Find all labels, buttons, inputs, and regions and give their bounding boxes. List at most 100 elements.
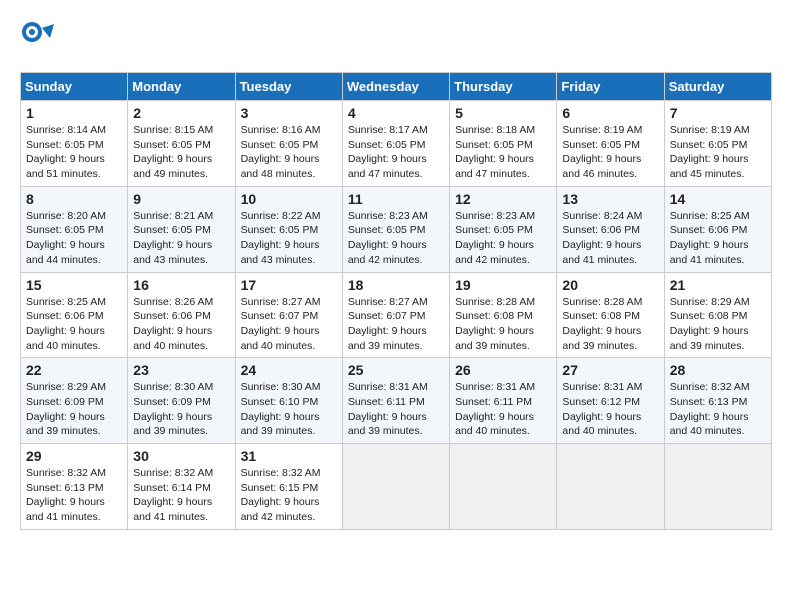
calendar-cell: 15 Sunrise: 8:25 AM Sunset: 6:06 PM Dayl… [21, 272, 128, 358]
day-info: Sunrise: 8:27 AM Sunset: 6:07 PM Dayligh… [348, 295, 444, 354]
day-info: Sunrise: 8:31 AM Sunset: 6:11 PM Dayligh… [348, 380, 444, 439]
day-info: Sunrise: 8:29 AM Sunset: 6:09 PM Dayligh… [26, 380, 122, 439]
day-number: 29 [26, 448, 122, 464]
calendar-cell: 19 Sunrise: 8:28 AM Sunset: 6:08 PM Dayl… [450, 272, 557, 358]
day-number: 10 [241, 191, 337, 207]
calendar-header-row: SundayMondayTuesdayWednesdayThursdayFrid… [21, 73, 772, 101]
day-info: Sunrise: 8:26 AM Sunset: 6:06 PM Dayligh… [133, 295, 229, 354]
calendar-cell: 4 Sunrise: 8:17 AM Sunset: 6:05 PM Dayli… [342, 101, 449, 187]
day-number: 5 [455, 105, 551, 121]
day-info: Sunrise: 8:19 AM Sunset: 6:05 PM Dayligh… [670, 123, 766, 182]
calendar-week-1: 1 Sunrise: 8:14 AM Sunset: 6:05 PM Dayli… [21, 101, 772, 187]
day-header-saturday: Saturday [664, 73, 771, 101]
calendar-cell: 16 Sunrise: 8:26 AM Sunset: 6:06 PM Dayl… [128, 272, 235, 358]
day-number: 12 [455, 191, 551, 207]
day-number: 9 [133, 191, 229, 207]
day-number: 6 [562, 105, 658, 121]
day-info: Sunrise: 8:28 AM Sunset: 6:08 PM Dayligh… [455, 295, 551, 354]
calendar-cell: 11 Sunrise: 8:23 AM Sunset: 6:05 PM Dayl… [342, 186, 449, 272]
day-header-friday: Friday [557, 73, 664, 101]
calendar-week-3: 15 Sunrise: 8:25 AM Sunset: 6:06 PM Dayl… [21, 272, 772, 358]
header [20, 20, 772, 56]
calendar-cell: 20 Sunrise: 8:28 AM Sunset: 6:08 PM Dayl… [557, 272, 664, 358]
day-info: Sunrise: 8:25 AM Sunset: 6:06 PM Dayligh… [670, 209, 766, 268]
calendar-cell: 31 Sunrise: 8:32 AM Sunset: 6:15 PM Dayl… [235, 444, 342, 530]
calendar-cell: 26 Sunrise: 8:31 AM Sunset: 6:11 PM Dayl… [450, 358, 557, 444]
day-number: 28 [670, 362, 766, 378]
calendar-cell: 30 Sunrise: 8:32 AM Sunset: 6:14 PM Dayl… [128, 444, 235, 530]
day-number: 3 [241, 105, 337, 121]
day-number: 13 [562, 191, 658, 207]
day-info: Sunrise: 8:16 AM Sunset: 6:05 PM Dayligh… [241, 123, 337, 182]
day-number: 16 [133, 277, 229, 293]
calendar-cell: 22 Sunrise: 8:29 AM Sunset: 6:09 PM Dayl… [21, 358, 128, 444]
calendar-cell: 1 Sunrise: 8:14 AM Sunset: 6:05 PM Dayli… [21, 101, 128, 187]
day-number: 4 [348, 105, 444, 121]
day-info: Sunrise: 8:17 AM Sunset: 6:05 PM Dayligh… [348, 123, 444, 182]
day-info: Sunrise: 8:23 AM Sunset: 6:05 PM Dayligh… [348, 209, 444, 268]
calendar-cell: 28 Sunrise: 8:32 AM Sunset: 6:13 PM Dayl… [664, 358, 771, 444]
day-number: 30 [133, 448, 229, 464]
calendar-cell: 10 Sunrise: 8:22 AM Sunset: 6:05 PM Dayl… [235, 186, 342, 272]
day-info: Sunrise: 8:32 AM Sunset: 6:15 PM Dayligh… [241, 466, 337, 525]
calendar-cell: 25 Sunrise: 8:31 AM Sunset: 6:11 PM Dayl… [342, 358, 449, 444]
day-number: 21 [670, 277, 766, 293]
calendar-cell: 21 Sunrise: 8:29 AM Sunset: 6:08 PM Dayl… [664, 272, 771, 358]
day-number: 17 [241, 277, 337, 293]
calendar-cell: 3 Sunrise: 8:16 AM Sunset: 6:05 PM Dayli… [235, 101, 342, 187]
day-info: Sunrise: 8:32 AM Sunset: 6:14 PM Dayligh… [133, 466, 229, 525]
day-info: Sunrise: 8:29 AM Sunset: 6:08 PM Dayligh… [670, 295, 766, 354]
calendar-cell: 6 Sunrise: 8:19 AM Sunset: 6:05 PM Dayli… [557, 101, 664, 187]
calendar-week-4: 22 Sunrise: 8:29 AM Sunset: 6:09 PM Dayl… [21, 358, 772, 444]
day-info: Sunrise: 8:15 AM Sunset: 6:05 PM Dayligh… [133, 123, 229, 182]
calendar-cell: 27 Sunrise: 8:31 AM Sunset: 6:12 PM Dayl… [557, 358, 664, 444]
day-number: 22 [26, 362, 122, 378]
calendar-cell [342, 444, 449, 530]
day-header-monday: Monday [128, 73, 235, 101]
calendar-cell [557, 444, 664, 530]
day-info: Sunrise: 8:20 AM Sunset: 6:05 PM Dayligh… [26, 209, 122, 268]
calendar-cell: 9 Sunrise: 8:21 AM Sunset: 6:05 PM Dayli… [128, 186, 235, 272]
day-info: Sunrise: 8:27 AM Sunset: 6:07 PM Dayligh… [241, 295, 337, 354]
day-info: Sunrise: 8:32 AM Sunset: 6:13 PM Dayligh… [670, 380, 766, 439]
logo-icon [20, 20, 56, 56]
day-info: Sunrise: 8:25 AM Sunset: 6:06 PM Dayligh… [26, 295, 122, 354]
day-number: 24 [241, 362, 337, 378]
calendar-cell: 18 Sunrise: 8:27 AM Sunset: 6:07 PM Dayl… [342, 272, 449, 358]
day-number: 8 [26, 191, 122, 207]
day-info: Sunrise: 8:22 AM Sunset: 6:05 PM Dayligh… [241, 209, 337, 268]
day-number: 20 [562, 277, 658, 293]
day-info: Sunrise: 8:21 AM Sunset: 6:05 PM Dayligh… [133, 209, 229, 268]
calendar: SundayMondayTuesdayWednesdayThursdayFrid… [20, 72, 772, 530]
day-number: 11 [348, 191, 444, 207]
day-info: Sunrise: 8:31 AM Sunset: 6:12 PM Dayligh… [562, 380, 658, 439]
day-number: 23 [133, 362, 229, 378]
calendar-cell: 7 Sunrise: 8:19 AM Sunset: 6:05 PM Dayli… [664, 101, 771, 187]
day-number: 18 [348, 277, 444, 293]
calendar-cell [450, 444, 557, 530]
day-number: 14 [670, 191, 766, 207]
day-number: 2 [133, 105, 229, 121]
logo [20, 20, 60, 56]
day-number: 1 [26, 105, 122, 121]
day-header-thursday: Thursday [450, 73, 557, 101]
day-info: Sunrise: 8:31 AM Sunset: 6:11 PM Dayligh… [455, 380, 551, 439]
day-info: Sunrise: 8:14 AM Sunset: 6:05 PM Dayligh… [26, 123, 122, 182]
day-header-sunday: Sunday [21, 73, 128, 101]
calendar-cell: 29 Sunrise: 8:32 AM Sunset: 6:13 PM Dayl… [21, 444, 128, 530]
calendar-week-5: 29 Sunrise: 8:32 AM Sunset: 6:13 PM Dayl… [21, 444, 772, 530]
calendar-cell: 23 Sunrise: 8:30 AM Sunset: 6:09 PM Dayl… [128, 358, 235, 444]
day-number: 26 [455, 362, 551, 378]
day-header-wednesday: Wednesday [342, 73, 449, 101]
calendar-cell: 8 Sunrise: 8:20 AM Sunset: 6:05 PM Dayli… [21, 186, 128, 272]
day-info: Sunrise: 8:28 AM Sunset: 6:08 PM Dayligh… [562, 295, 658, 354]
day-number: 27 [562, 362, 658, 378]
day-info: Sunrise: 8:24 AM Sunset: 6:06 PM Dayligh… [562, 209, 658, 268]
day-number: 7 [670, 105, 766, 121]
day-number: 25 [348, 362, 444, 378]
day-info: Sunrise: 8:30 AM Sunset: 6:09 PM Dayligh… [133, 380, 229, 439]
day-info: Sunrise: 8:32 AM Sunset: 6:13 PM Dayligh… [26, 466, 122, 525]
calendar-week-2: 8 Sunrise: 8:20 AM Sunset: 6:05 PM Dayli… [21, 186, 772, 272]
day-number: 15 [26, 277, 122, 293]
calendar-cell: 24 Sunrise: 8:30 AM Sunset: 6:10 PM Dayl… [235, 358, 342, 444]
